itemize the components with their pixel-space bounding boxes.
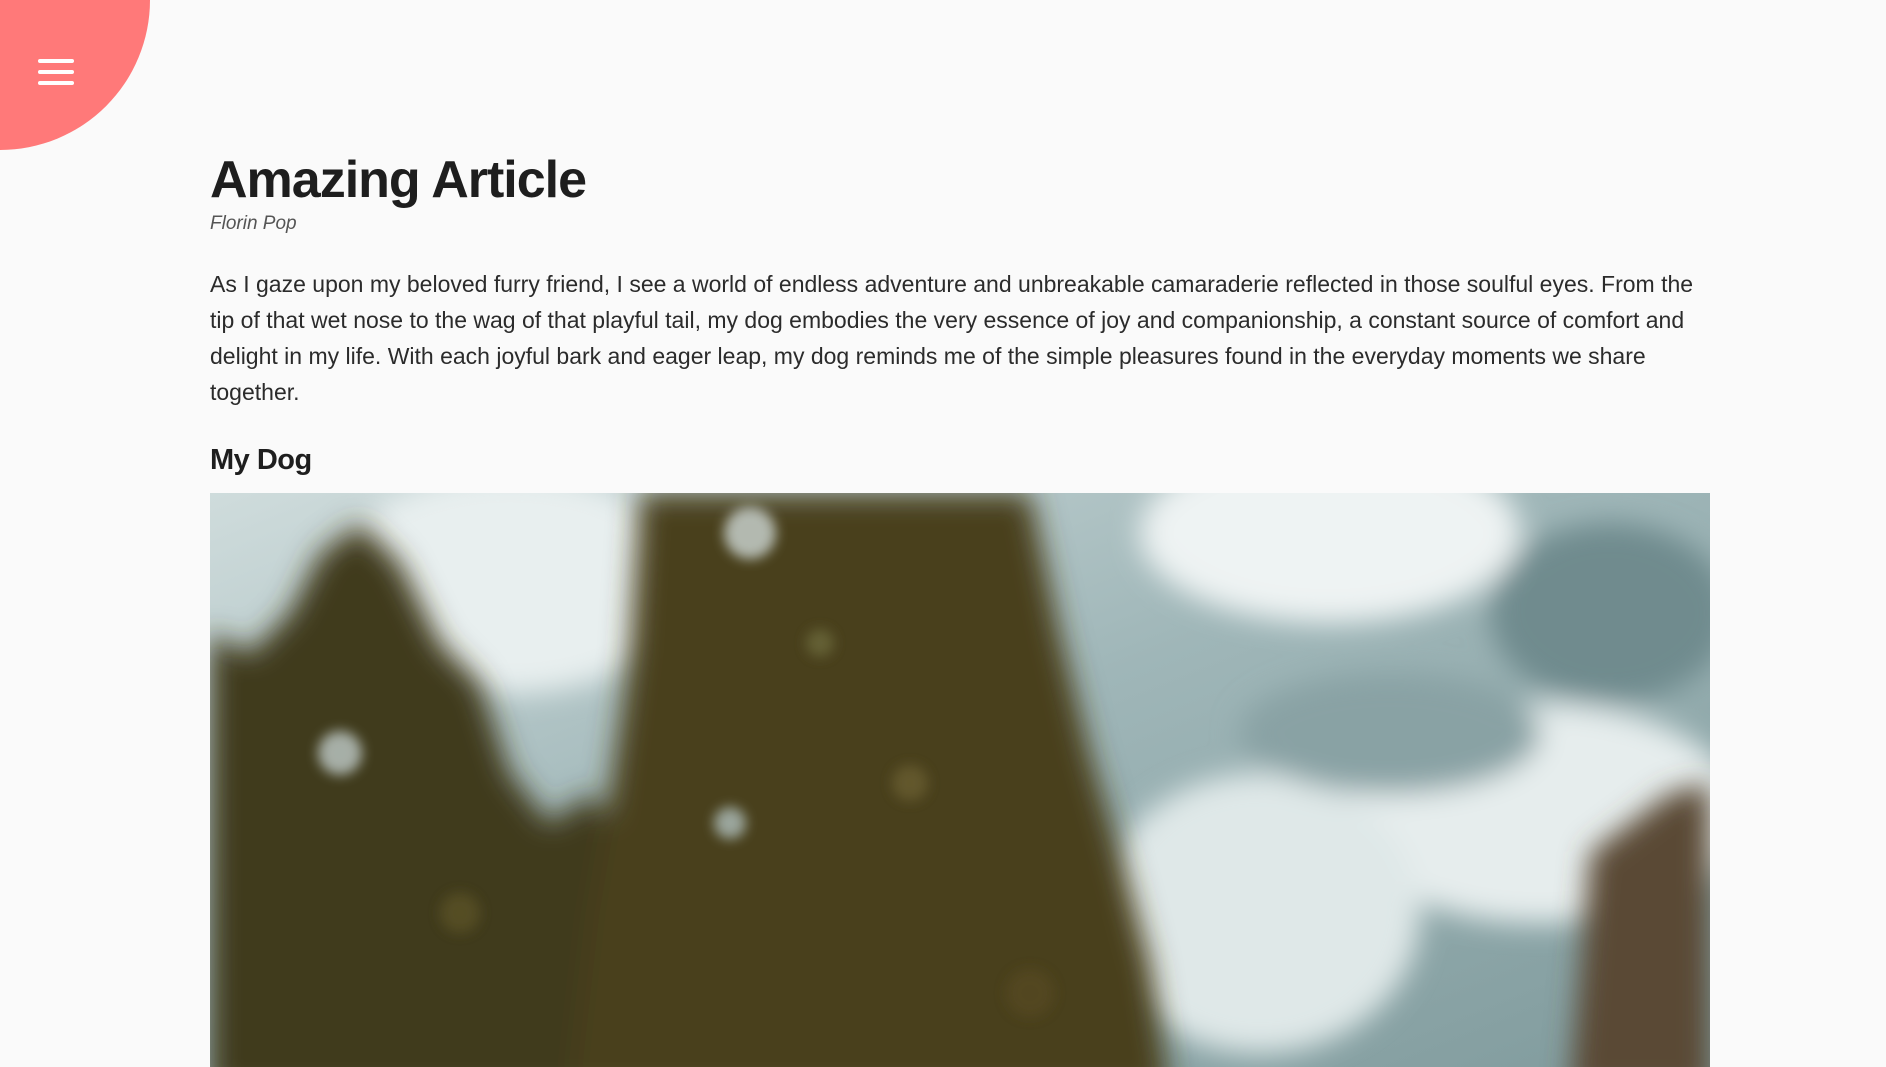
article: Amazing Article Florin Pop As I gaze upo…	[210, 148, 1710, 480]
article-title: Amazing Article	[210, 151, 587, 209]
article-author: Florin Pop	[210, 213, 297, 234]
dog-photo	[210, 493, 1710, 1067]
hamburger-menu-icon	[38, 59, 74, 85]
article-body: As I gaze upon my beloved furry friend, …	[210, 271, 1694, 405]
page: Amazing Article Florin Pop As I gaze upo…	[0, 0, 1886, 1067]
menu-button[interactable]	[30, 50, 82, 94]
article-subheading: My Dog	[210, 444, 312, 476]
